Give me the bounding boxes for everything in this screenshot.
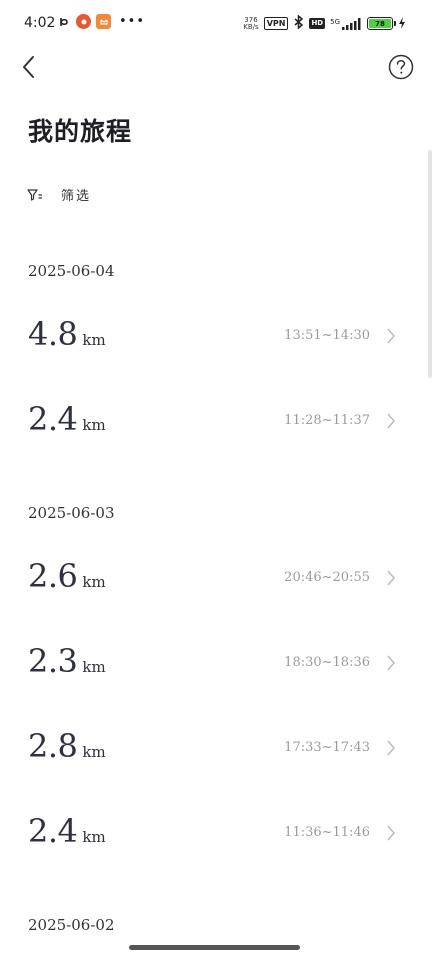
- chevron-right-icon: [387, 413, 395, 429]
- trip-distance: 2.3 km: [28, 642, 106, 680]
- status-bar: 4:02 ••• 376 KB/s VPN HD 5G 78: [0, 0, 432, 46]
- question-circle-icon: [388, 54, 414, 80]
- trip-distance-value: 2.3: [28, 642, 78, 680]
- trip-row[interactable]: 4.8 km 13:51~14:30: [0, 315, 432, 375]
- chevron-right-icon: [387, 570, 395, 586]
- status-time: 4:02: [24, 15, 56, 31]
- filter-button[interactable]: 筛选: [27, 185, 91, 204]
- trip-distance: 4.8 km: [28, 315, 106, 353]
- trip-row[interactable]: 2.4 km 11:36~11:46: [0, 812, 432, 872]
- trip-distance: 2.8 km: [28, 727, 106, 765]
- trip-distance-unit: km: [82, 658, 106, 676]
- battery-level: 78: [369, 19, 391, 28]
- chevron-right-icon: [387, 740, 395, 756]
- bluetooth-icon: [293, 14, 304, 33]
- trip-distance-value: 2.8: [28, 727, 78, 765]
- trip-distance-unit: km: [82, 416, 106, 434]
- trip-distance-unit: km: [82, 331, 106, 349]
- trip-distance-value: 2.4: [28, 400, 78, 438]
- signal-type: 5G: [330, 17, 340, 26]
- back-button[interactable]: [16, 52, 44, 82]
- app-notification-icon: [56, 14, 71, 29]
- date-header: 2025-06-04: [28, 262, 115, 280]
- filter-icon: [27, 188, 42, 201]
- chevron-right-icon: [387, 328, 395, 344]
- trip-distance-value: 2.6: [28, 557, 78, 595]
- trip-time-range: 18:30~18:36: [284, 655, 370, 670]
- home-indicator[interactable]: [129, 945, 300, 950]
- app-notification-icon: [76, 14, 91, 29]
- more-notifications-icon: •••: [119, 14, 146, 29]
- trip-time-range: 17:33~17:43: [284, 740, 370, 755]
- scrollbar[interactable]: [428, 150, 432, 378]
- trip-row[interactable]: 2.3 km 18:30~18:36: [0, 642, 432, 702]
- help-button[interactable]: [388, 54, 414, 80]
- network-speed-unit: KB/s: [243, 22, 259, 31]
- vpn-badge: VPN: [263, 17, 289, 30]
- chevron-right-icon: [387, 655, 395, 671]
- chevron-left-icon: [23, 56, 34, 78]
- trip-distance: 2.6 km: [28, 557, 106, 595]
- trip-time-range: 13:51~14:30: [284, 328, 370, 343]
- date-header: 2025-06-02: [28, 916, 115, 934]
- app-notification-icon: [96, 14, 111, 29]
- trip-distance-unit: km: [82, 828, 106, 846]
- trip-distance-value: 2.4: [28, 812, 78, 850]
- trip-row[interactable]: 2.6 km 20:46~20:55: [0, 557, 432, 617]
- trip-time-range: 11:28~11:37: [284, 413, 370, 428]
- date-header: 2025-06-03: [28, 504, 115, 522]
- hd-badge: HD: [309, 18, 326, 29]
- trip-distance: 2.4 km: [28, 400, 106, 438]
- battery-icon: 78: [367, 17, 396, 30]
- trip-distance-unit: km: [82, 743, 106, 761]
- trip-row[interactable]: 2.8 km 17:33~17:43: [0, 727, 432, 787]
- network-speed: 376 KB/s: [243, 16, 259, 31]
- trip-distance-unit: km: [82, 573, 106, 591]
- trip-time-range: 11:36~11:46: [284, 825, 370, 840]
- charging-icon: [398, 14, 406, 33]
- trip-time-range: 20:46~20:55: [284, 570, 370, 585]
- signal-icon: 5G: [330, 17, 362, 30]
- status-indicators: 376 KB/s VPN HD 5G 78: [243, 14, 406, 33]
- page-title: 我的旅程: [28, 117, 133, 146]
- filter-label: 筛选: [61, 189, 92, 204]
- trip-distance-value: 4.8: [28, 315, 78, 353]
- trip-distance: 2.4 km: [28, 812, 106, 850]
- chevron-right-icon: [387, 825, 395, 841]
- status-app-icons: •••: [56, 14, 145, 29]
- trip-row[interactable]: 2.4 km 11:28~11:37: [0, 400, 432, 460]
